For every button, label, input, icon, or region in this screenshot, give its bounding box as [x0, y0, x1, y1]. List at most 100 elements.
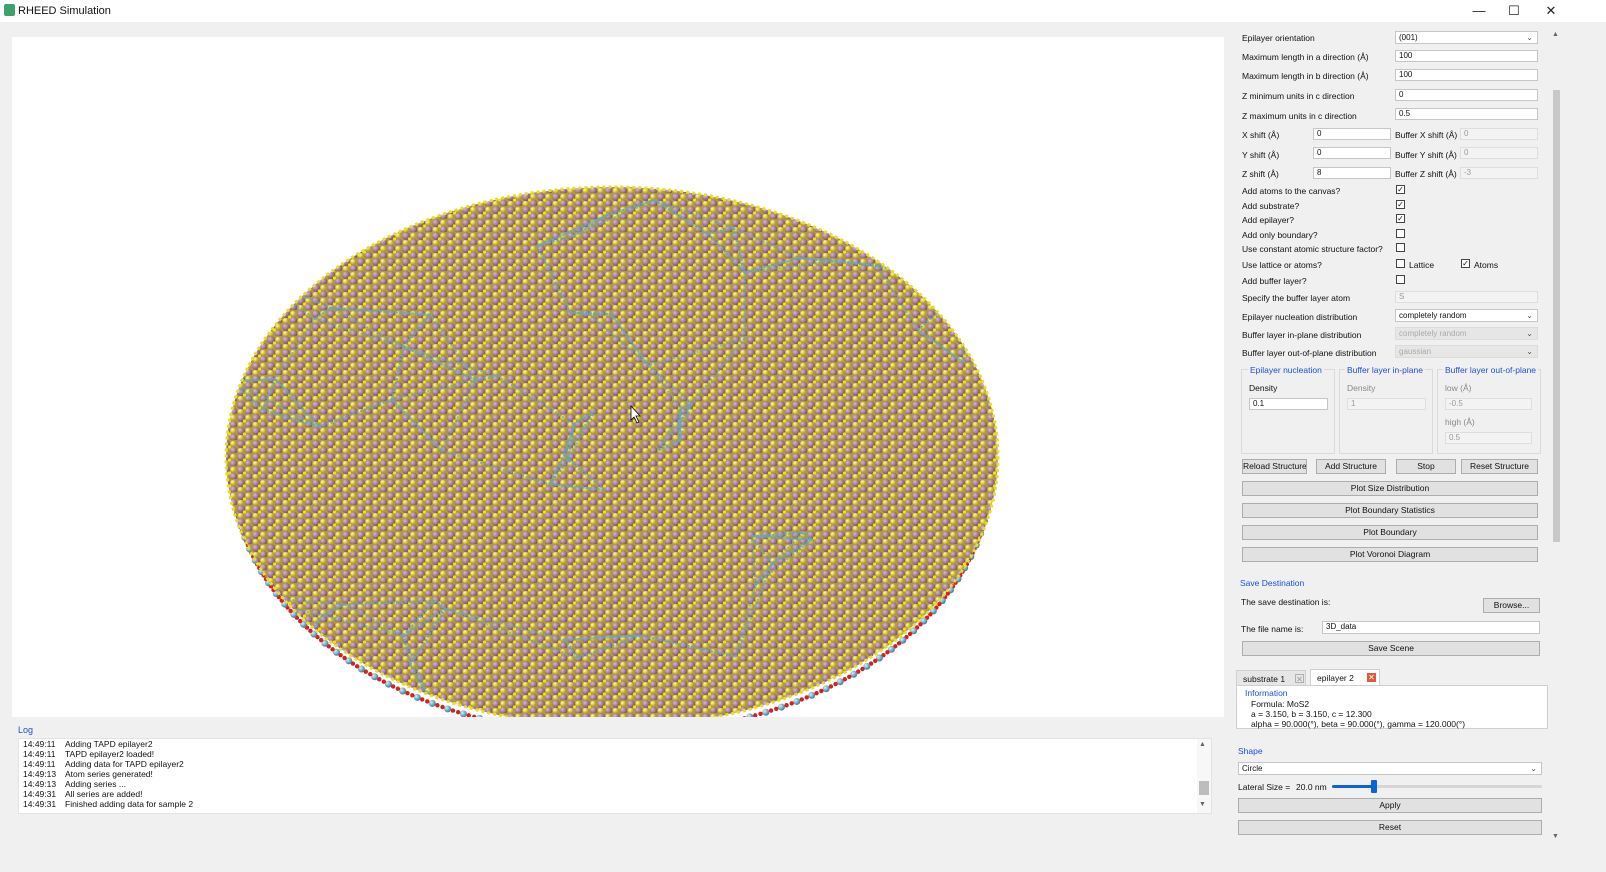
reset-button[interactable]: Reset	[1238, 820, 1542, 835]
tab-epilayer-2[interactable]: epilayer 2 ✕	[1310, 669, 1380, 685]
buffer-z-shift-input[interactable]: -3	[1460, 167, 1538, 179]
log-entry: 14:49:31 Finished adding data for sample …	[23, 799, 194, 809]
shape-select[interactable]: Circle ⌄	[1238, 762, 1542, 775]
grain-boundary	[286, 686, 297, 723]
substrate-atom	[476, 714, 484, 722]
epilayer-orientation-select[interactable]: (001) ⌄	[1395, 31, 1538, 44]
log-scroll-thumb[interactable]	[1199, 781, 1209, 795]
buffer-density-input[interactable]: 1	[1347, 398, 1426, 410]
panel-scroll-thumb[interactable]	[1553, 90, 1560, 542]
max-length-a-label: Maximum length in a direction (Å)	[1242, 52, 1369, 62]
add-epilayer-checkbox[interactable]: ✓	[1396, 214, 1405, 223]
x-shift-input[interactable]: 0	[1313, 128, 1391, 140]
max-length-b-label: Maximum length in b direction (Å)	[1242, 71, 1369, 81]
substrate-atom	[847, 674, 852, 679]
high-input[interactable]: 0.5	[1445, 432, 1532, 444]
grain-boundary	[357, 702, 433, 721]
substrate-atom	[319, 638, 324, 643]
y-shift-input[interactable]: 0	[1313, 147, 1391, 159]
plot-boundary-statistics-button[interactable]: Plot Boundary Statistics	[1242, 503, 1538, 518]
reload-structure-button[interactable]: Reload Structure	[1242, 459, 1307, 474]
close-window-button[interactable]: ✕	[1534, 2, 1568, 20]
add-buffer-layer-checkbox[interactable]	[1396, 275, 1405, 284]
low-label: low (Å)	[1445, 383, 1472, 393]
close-tab-icon[interactable]: ✕	[1295, 674, 1304, 684]
max-length-a-input[interactable]: 100	[1395, 50, 1538, 62]
z-shift-input[interactable]: 8	[1313, 167, 1391, 179]
substrate-atom	[308, 628, 313, 634]
constant-factor-checkbox[interactable]	[1396, 243, 1405, 252]
log-entry: 14:49:11 Adding TAPD epilayer2	[23, 739, 153, 749]
file-name-input[interactable]: 3D_data	[1322, 621, 1540, 634]
add-epilayer-label: Add epilayer?	[1242, 215, 1294, 225]
add-structure-button[interactable]: Add Structure	[1316, 459, 1386, 474]
epilayer-density-input[interactable]: 0.1	[1249, 398, 1328, 410]
chevron-down-icon: ⌄	[1526, 33, 1533, 42]
plot-size-distribution-button[interactable]: Plot Size Distribution	[1242, 481, 1538, 496]
maximize-button[interactable]: ☐	[1497, 2, 1531, 20]
tab-substrate-1[interactable]: substrate 1 ✕	[1236, 670, 1306, 686]
substrate-atom	[777, 703, 785, 711]
grain-boundary	[887, 650, 943, 711]
log-title: Log	[18, 725, 34, 735]
buffer-inplane-title: Buffer layer in-plane	[1345, 365, 1425, 375]
add-substrate-checkbox[interactable]: ✓	[1396, 200, 1405, 209]
buffer-outplane-dist-select[interactable]: gaussian ⌄	[1395, 345, 1538, 358]
lattice-or-atoms-label: Use lattice or atoms?	[1242, 260, 1322, 270]
scroll-up-icon[interactable]: ▲	[1199, 741, 1206, 748]
log-entry: 14:49:13 Atom series generated!	[23, 769, 153, 779]
lateral-size-slider-handle[interactable]	[1371, 780, 1377, 793]
atoms-checkbox[interactable]: ✓	[1461, 259, 1470, 268]
stop-button[interactable]: Stop	[1396, 459, 1456, 474]
substrate-atom	[753, 713, 758, 718]
log-output[interactable]: 14:49:11 Adding TAPD epilayer2 14:49:11 TA…	[18, 738, 1212, 814]
grain-boundary	[289, 197, 357, 209]
substrate-atom	[885, 650, 890, 655]
minimize-button[interactable]: —	[1462, 2, 1496, 20]
3d-viewport[interactable]	[12, 37, 1224, 739]
save-scene-button[interactable]: Save Scene	[1242, 641, 1540, 656]
z-max-input[interactable]: 0.5	[1395, 108, 1538, 120]
app-icon	[4, 4, 15, 16]
z-min-input[interactable]: 0	[1395, 89, 1538, 101]
grain-boundary	[285, 661, 289, 688]
chevron-down-icon: ⌄	[1526, 311, 1533, 320]
lattice-label: Lattice	[1409, 260, 1435, 270]
reset-structure-button[interactable]: Reset Structure	[1461, 459, 1538, 474]
buffer-y-shift-input[interactable]: 0	[1460, 147, 1538, 159]
substrate-atom	[784, 703, 789, 708]
log-scrollbar[interactable]: ▲ ▼	[1197, 739, 1211, 813]
buffer-inplane-dist-select[interactable]: completely random ⌄	[1395, 327, 1538, 340]
scroll-down-icon[interactable]: ▼	[1552, 833, 1559, 840]
max-length-b-input[interactable]: 100	[1395, 69, 1538, 81]
atom-structure-canvas[interactable]	[12, 37, 1224, 739]
substrate-atom	[395, 686, 401, 691]
grain-boundary	[288, 197, 363, 216]
close-tab-icon[interactable]: ✕	[1367, 673, 1376, 682]
grain-boundary	[888, 708, 952, 712]
scroll-up-icon[interactable]: ▲	[1552, 31, 1559, 38]
plot-voronoi-diagram-button[interactable]: Plot Voronoi Diagram	[1242, 547, 1538, 562]
substrate-atom	[450, 708, 456, 713]
apply-button[interactable]: Apply	[1238, 798, 1542, 813]
browse-button[interactable]: Browse...	[1483, 598, 1540, 613]
lattice-checkbox[interactable]	[1396, 259, 1405, 268]
low-input[interactable]: -0.5	[1445, 398, 1532, 410]
buffer-atom-input[interactable]: S	[1395, 291, 1538, 303]
epilayer-nucleation-dist-select[interactable]: completely random ⌄	[1395, 309, 1538, 322]
save-destination-title: Save Destination	[1240, 578, 1305, 588]
substrate-atom	[742, 716, 747, 721]
scroll-down-icon[interactable]: ▼	[1199, 801, 1206, 808]
buffer-x-shift-input[interactable]: 0	[1460, 128, 1538, 140]
plot-boundary-button[interactable]: Plot Boundary	[1242, 525, 1538, 540]
buffer-outplane-title: Buffer layer out-of-plane	[1443, 365, 1539, 375]
epilayer-density-label: Density	[1249, 383, 1278, 393]
panel-scrollbar[interactable]: ▲ ▼	[1550, 28, 1562, 846]
grain-boundary	[289, 197, 357, 209]
grain-boundary	[351, 187, 358, 208]
x-shift-label: X shift (Å)	[1242, 130, 1280, 140]
add-atoms-checkbox[interactable]: ✓	[1396, 185, 1405, 194]
add-only-boundary-checkbox[interactable]	[1396, 229, 1405, 238]
log-entry: 14:49:31 All series are added!	[23, 789, 143, 799]
add-atoms-label: Add atoms to the canvas?	[1242, 186, 1341, 196]
